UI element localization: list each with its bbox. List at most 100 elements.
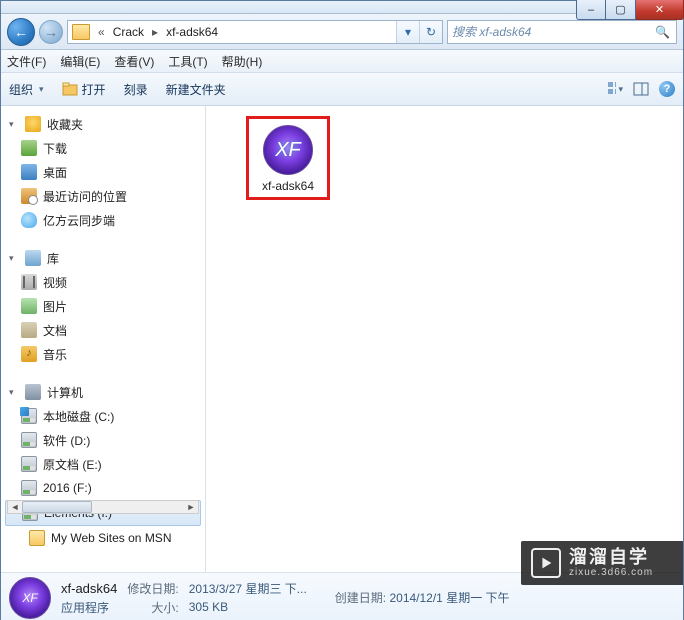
- sidebar-item-desktop[interactable]: 桌面: [1, 160, 205, 184]
- open-button[interactable]: 打开: [62, 81, 106, 98]
- sidebar-item-drive-c[interactable]: 本地磁盘 (C:): [1, 404, 205, 428]
- sidebar-item-drive-f[interactable]: 2016 (F:): [1, 476, 205, 500]
- sidebar-item-webfolder[interactable]: My Web Sites on MSN: [1, 526, 205, 550]
- maximize-button[interactable]: ▢: [606, 0, 636, 20]
- menu-help[interactable]: 帮助(H): [222, 53, 263, 70]
- drive-icon: [21, 432, 37, 448]
- sidebar-label: 最近访问的位置: [43, 188, 127, 205]
- breadcrumb-overflow[interactable]: «: [94, 25, 109, 39]
- refresh-button[interactable]: ↻: [419, 21, 442, 43]
- sidebar-item-videos[interactable]: 视频: [1, 270, 205, 294]
- sidebar-item-drive-e[interactable]: 原文档 (E:): [1, 452, 205, 476]
- sidebar-item-downloads[interactable]: 下载: [1, 136, 205, 160]
- folder-icon: [29, 530, 45, 546]
- sidebar-item-music[interactable]: ♪音乐: [1, 342, 205, 366]
- details-modified-value: 2013/3/27 星期三 下...: [189, 580, 307, 597]
- minimize-button[interactable]: –: [576, 0, 606, 20]
- burn-button[interactable]: 刻录: [124, 81, 148, 98]
- menu-bar: 文件(F) 编辑(E) 查看(V) 工具(T) 帮助(H): [1, 50, 683, 73]
- search-icon[interactable]: 🔍: [655, 25, 670, 39]
- search-input[interactable]: 搜索 xf-adsk64 🔍: [447, 20, 677, 44]
- breadcrumb-crack[interactable]: Crack: [113, 25, 144, 39]
- sidebar-favorites[interactable]: ▾ 收藏夹: [1, 112, 205, 136]
- sidebar-label: 本地磁盘 (C:): [43, 408, 114, 425]
- sidebar-label: 文档: [43, 322, 67, 339]
- sidebar-label: 桌面: [43, 164, 67, 181]
- watermark-logo-icon: [531, 548, 561, 578]
- scroll-right-icon[interactable]: ►: [184, 502, 198, 512]
- main-area: ▾ 收藏夹 下载 桌面 最近访问的位置 亿方云同步端 ▾ 库 视频 图片 文档 …: [1, 106, 683, 572]
- help-button[interactable]: ?: [659, 81, 675, 97]
- breadcrumb-xfadsk64[interactable]: xf-adsk64: [166, 25, 218, 39]
- chevron-down-icon: ▾: [405, 25, 411, 39]
- star-icon: [25, 116, 41, 132]
- titlebar[interactable]: – ▢ ✕: [1, 1, 683, 14]
- video-icon: [21, 274, 37, 290]
- nav-back-button[interactable]: ←: [7, 18, 35, 46]
- close-button[interactable]: ✕: [636, 0, 684, 20]
- picture-icon: [21, 298, 37, 314]
- sidebar-label: 软件 (D:): [43, 432, 90, 449]
- address-bar[interactable]: « Crack ▸ xf-adsk64 ▾ ↻: [67, 20, 443, 44]
- navigation-pane: ▾ 收藏夹 下载 桌面 最近访问的位置 亿方云同步端 ▾ 库 视频 图片 文档 …: [1, 106, 206, 572]
- download-icon: [21, 140, 37, 156]
- application-icon: XF: [263, 125, 313, 175]
- close-icon: ✕: [655, 3, 664, 16]
- sidebar-label: My Web Sites on MSN: [51, 531, 171, 545]
- sidebar-label: 亿方云同步端: [43, 212, 115, 229]
- collapse-icon[interactable]: ▾: [9, 387, 19, 398]
- file-item-xfadsk64[interactable]: XF xf-adsk64: [246, 116, 330, 200]
- open-label: 打开: [82, 81, 106, 98]
- details-modified-label: 修改日期:: [127, 580, 178, 597]
- collapse-icon[interactable]: ▾: [9, 253, 19, 264]
- menu-edit[interactable]: 编辑(E): [60, 53, 100, 70]
- preview-pane-button[interactable]: [633, 81, 649, 97]
- sidebar-label: 视频: [43, 274, 67, 291]
- sidebar-label: 收藏夹: [47, 116, 83, 133]
- file-list-pane[interactable]: XF xf-adsk64: [206, 106, 683, 572]
- sidebar-item-documents[interactable]: 文档: [1, 318, 205, 342]
- menu-file[interactable]: 文件(F): [7, 53, 46, 70]
- sidebar-label: 计算机: [47, 384, 83, 401]
- chevron-right-icon[interactable]: ▸: [148, 25, 162, 39]
- file-label: xf-adsk64: [253, 179, 323, 193]
- sidebar-item-drive-d[interactable]: 软件 (D:): [1, 428, 205, 452]
- desktop-icon: [21, 164, 37, 180]
- sidebar-label: 下载: [43, 140, 67, 157]
- sidebar-hscrollbar[interactable]: ◄ ►: [7, 500, 199, 514]
- organize-button[interactable]: 组织: [9, 81, 44, 98]
- sidebar-item-cloud[interactable]: 亿方云同步端: [1, 208, 205, 232]
- collapse-icon[interactable]: ▾: [9, 119, 19, 130]
- sidebar-item-pictures[interactable]: 图片: [1, 294, 205, 318]
- folder-icon: [72, 24, 90, 40]
- refresh-icon: ↻: [426, 25, 436, 39]
- details-size-value: 305 KB: [189, 600, 307, 614]
- command-bar: 组织 打开 刻录 新建文件夹 ?: [1, 73, 683, 106]
- watermark-overlay: 溜溜自学 zixue.3d66.com: [521, 541, 683, 585]
- sidebar-libraries[interactable]: ▾ 库: [1, 246, 205, 270]
- sidebar-computer[interactable]: ▾ 计算机: [1, 380, 205, 404]
- explorer-window: – ▢ ✕ ← → « Crack ▸ xf-adsk64 ▾ ↻ 搜索 xf-…: [0, 0, 684, 620]
- scroll-left-icon[interactable]: ◄: [8, 502, 22, 512]
- sidebar-item-recent[interactable]: 最近访问的位置: [1, 184, 205, 208]
- details-created-value: 2014/12/1 星期一 下午: [389, 591, 509, 605]
- view-options-button[interactable]: [607, 81, 623, 97]
- menu-view[interactable]: 查看(V): [114, 53, 154, 70]
- details-size-label: 大小:: [127, 599, 178, 616]
- nav-forward-button[interactable]: →: [39, 20, 63, 44]
- maximize-icon: ▢: [615, 3, 625, 16]
- address-dropdown-button[interactable]: ▾: [396, 21, 419, 43]
- details-filename: xf-adsk64: [61, 581, 117, 596]
- menu-tools[interactable]: 工具(T): [168, 53, 207, 70]
- sidebar-label: 2016 (F:): [43, 481, 92, 495]
- arrow-right-icon: →: [44, 24, 58, 40]
- details-thumbnail: XF: [9, 577, 51, 619]
- drive-icon: [21, 456, 37, 472]
- computer-icon: [25, 384, 41, 400]
- new-folder-button[interactable]: 新建文件夹: [166, 81, 226, 98]
- library-icon: [25, 250, 41, 266]
- breadcrumb[interactable]: « Crack ▸ xf-adsk64: [68, 21, 396, 43]
- scroll-thumb[interactable]: [22, 501, 92, 513]
- watermark-title: 溜溜自学: [569, 548, 653, 568]
- search-placeholder: 搜索 xf-adsk64: [452, 23, 531, 40]
